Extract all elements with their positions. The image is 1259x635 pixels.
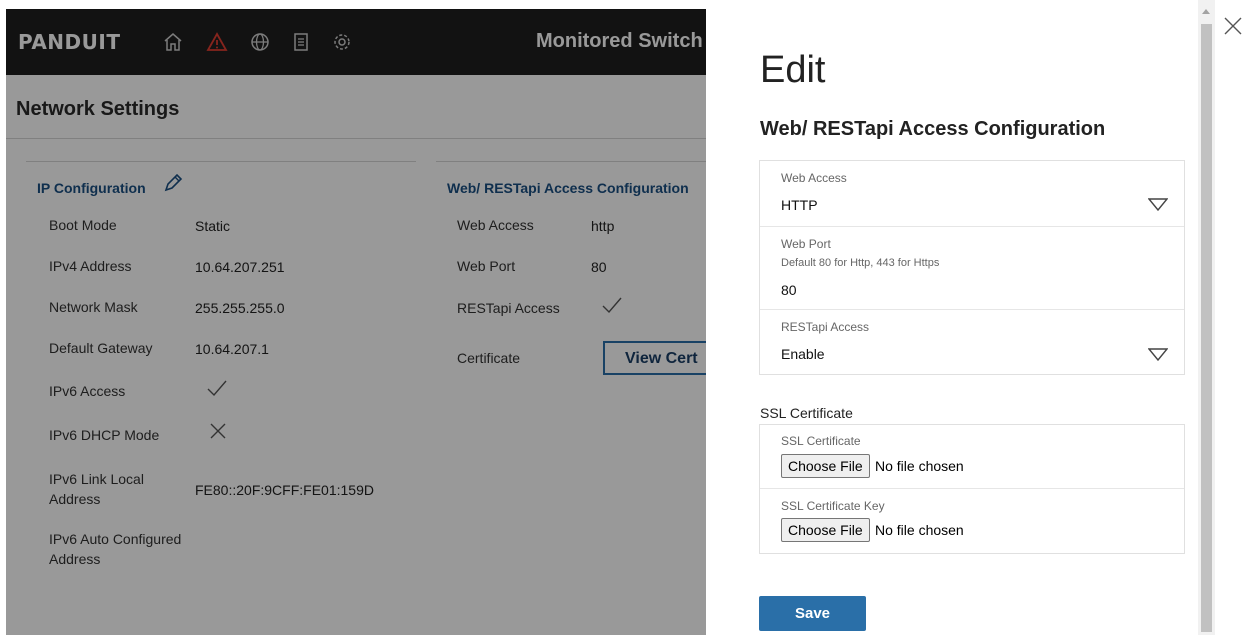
restapi-access-field-value: Enable xyxy=(781,346,825,362)
web-access-select[interactable]: Web Access HTTP xyxy=(760,161,1184,226)
ssl-certificate-label: SSL Certificate xyxy=(781,434,861,448)
chevron-down-icon[interactable] xyxy=(1148,348,1168,362)
panel-title: Edit xyxy=(760,49,826,91)
ssl-certificate-key-file-status: No file chosen xyxy=(875,522,964,538)
web-access-field-value: HTTP xyxy=(781,197,818,213)
modal-overlay[interactable] xyxy=(6,9,706,635)
web-access-field-label: Web Access xyxy=(781,171,847,185)
ssl-certificate-choose-file-button[interactable]: Choose File xyxy=(781,454,870,478)
web-config-form: Web Access HTTP Web Port Default 80 for … xyxy=(759,160,1185,375)
save-button[interactable]: Save xyxy=(759,596,866,631)
scrollbar-thumb[interactable] xyxy=(1201,24,1212,632)
ssl-certificate-key-field: SSL Certificate Key Choose File No file … xyxy=(760,488,1184,554)
close-icon[interactable] xyxy=(1223,16,1243,36)
panel-scrollbar[interactable] xyxy=(1198,0,1215,635)
web-port-input[interactable]: 80 xyxy=(781,282,797,298)
web-port-field-label: Web Port xyxy=(781,237,831,251)
web-port-field[interactable]: Web Port Default 80 for Http, 443 for Ht… xyxy=(760,226,1184,310)
ssl-form: SSL Certificate Choose File No file chos… xyxy=(759,424,1185,554)
ssl-certificate-key-label: SSL Certificate Key xyxy=(781,499,885,513)
restapi-access-select[interactable]: RESTapi Access Enable xyxy=(760,309,1184,375)
restapi-access-field-label: RESTapi Access xyxy=(781,320,870,334)
ssl-certificate-field: SSL Certificate Choose File No file chos… xyxy=(760,425,1184,488)
scroll-up-arrow-icon[interactable] xyxy=(1202,9,1210,14)
ssl-certificate-key-choose-file-button[interactable]: Choose File xyxy=(781,518,870,542)
ssl-certificate-file-status: No file chosen xyxy=(875,458,964,474)
chevron-down-icon[interactable] xyxy=(1148,198,1168,212)
web-port-field-hint: Default 80 for Http, 443 for Https xyxy=(781,257,940,269)
edit-panel: Edit Web/ RESTapi Access Configuration W… xyxy=(706,0,1198,635)
ssl-section-heading: SSL Certificate xyxy=(760,405,853,421)
panel-subtitle: Web/ RESTapi Access Configuration xyxy=(760,118,1106,140)
